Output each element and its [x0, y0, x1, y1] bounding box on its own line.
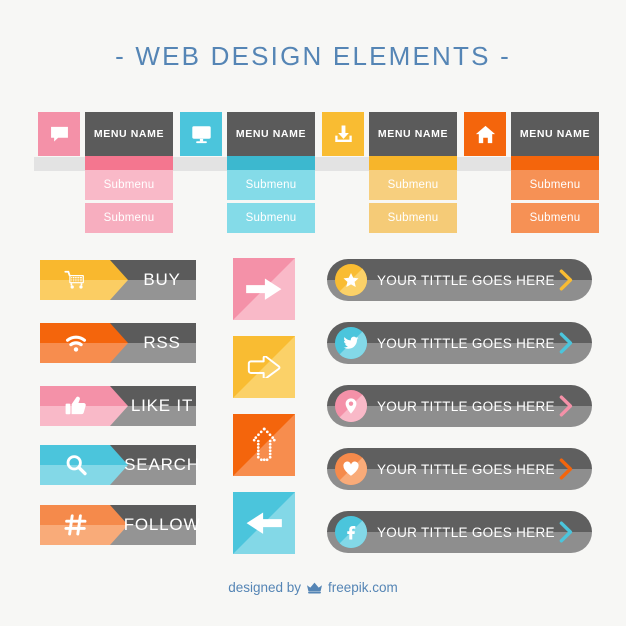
pill-button-2[interactable]: YOUR TITTLE GOES HERE [327, 322, 592, 364]
submenu-list: Submenu Submenu [369, 156, 457, 236]
pill-label: YOUR TITTLE GOES HERE [377, 398, 555, 414]
arrow-right-outline-icon [233, 336, 295, 398]
submenu-item[interactable]: Submenu [227, 170, 315, 200]
arrow-square-2[interactable] [233, 336, 295, 398]
crown-icon [306, 581, 323, 594]
footer-credit: designed by freepik.com [0, 580, 626, 595]
pill-icon-badge [335, 453, 367, 485]
home-icon[interactable] [464, 112, 506, 156]
pill-icon-badge [335, 327, 367, 359]
hashtag-icon [40, 505, 112, 545]
submenu-item[interactable]: Submenu [369, 203, 457, 233]
ribbon-button-search[interactable]: SEARCH [40, 445, 200, 485]
ribbon-button-buy[interactable]: BUY [40, 260, 196, 300]
pill-label: YOUR TITTLE GOES HERE [377, 272, 555, 288]
pill-icon-badge [335, 264, 367, 296]
ribbon-label: SEARCH [124, 455, 200, 474]
submenu-list: Submenu Submenu [511, 156, 599, 236]
submenu-item[interactable]: Submenu [369, 170, 457, 200]
pill-button-5[interactable]: YOUR TITTLE GOES HERE [327, 511, 592, 553]
arrow-square-3[interactable] [233, 414, 295, 476]
pill-label: YOUR TITTLE GOES HERE [377, 335, 555, 351]
pill-icon-badge [335, 390, 367, 422]
pill-button-4[interactable]: YOUR TITTLE GOES HERE [327, 448, 592, 490]
chevron-right-icon[interactable] [556, 259, 576, 301]
menu-name-label[interactable]: MENU NAME [85, 112, 173, 156]
ribbon-label: LIKE IT [130, 396, 194, 415]
facebook-icon [335, 516, 367, 548]
submenu-item[interactable]: Submenu [511, 203, 599, 233]
pill-button-3[interactable]: YOUR TITTLE GOES HERE [327, 385, 592, 427]
ribbon-button-follow[interactable]: FOLLOW [40, 505, 201, 545]
submenu-list: Submenu Submenu [85, 156, 173, 236]
chevron-right-icon[interactable] [556, 448, 576, 490]
footer-prefix: designed by [228, 580, 302, 595]
arrow-left-solid-icon [233, 492, 295, 554]
star-icon [335, 264, 367, 296]
submenu-item[interactable]: Submenu [85, 203, 173, 233]
menu-name-label[interactable]: MENU NAME [227, 112, 315, 156]
twitter-icon [335, 327, 367, 359]
speech-bubble-icon[interactable] [38, 112, 80, 156]
pill-icon-badge [335, 516, 367, 548]
monitor-icon[interactable] [180, 112, 222, 156]
submenu-cap [227, 156, 315, 170]
page-title: - WEB DESIGN ELEMENTS - [115, 41, 511, 71]
submenu-cap [369, 156, 457, 170]
arrow-up-dotted-icon [233, 414, 295, 476]
poster-canvas: - WEB DESIGN ELEMENTS - MENU NAME Submenu… [0, 0, 626, 626]
arrow-right-solid-icon [233, 258, 295, 320]
footer-brand: freepik.com [328, 580, 398, 595]
arrow-square-4[interactable] [233, 492, 295, 554]
submenu-item[interactable]: Submenu [227, 203, 315, 233]
menu-name-label[interactable]: MENU NAME [369, 112, 457, 156]
thumbs-up-icon [40, 386, 112, 426]
ribbon-label: RSS [143, 333, 181, 352]
chevron-right-icon[interactable] [556, 385, 576, 427]
download-icon[interactable] [322, 112, 364, 156]
ribbon-button-like-it[interactable]: LIKE IT [40, 386, 196, 426]
ribbon-label: FOLLOW [123, 515, 201, 534]
submenu-cap [85, 156, 173, 170]
ribbon-button-rss[interactable]: RSS [40, 323, 196, 363]
rss-icon [40, 323, 112, 363]
heart-icon [335, 453, 367, 485]
submenu-item[interactable]: Submenu [85, 170, 173, 200]
location-pin-icon [335, 390, 367, 422]
submenu-list: Submenu Submenu [227, 156, 315, 236]
pill-label: YOUR TITTLE GOES HERE [377, 461, 555, 477]
shopping-cart-icon [40, 260, 112, 300]
menu-name-label[interactable]: MENU NAME [511, 112, 599, 156]
submenu-item[interactable]: Submenu [511, 170, 599, 200]
chevron-right-icon[interactable] [556, 511, 576, 553]
magnifier-icon [40, 445, 112, 485]
pill-label: YOUR TITTLE GOES HERE [377, 524, 555, 540]
arrow-square-1[interactable] [233, 258, 295, 320]
pill-button-1[interactable]: YOUR TITTLE GOES HERE [327, 259, 592, 301]
submenu-cap [511, 156, 599, 170]
ribbon-label: BUY [143, 270, 181, 289]
chevron-right-icon[interactable] [556, 322, 576, 364]
